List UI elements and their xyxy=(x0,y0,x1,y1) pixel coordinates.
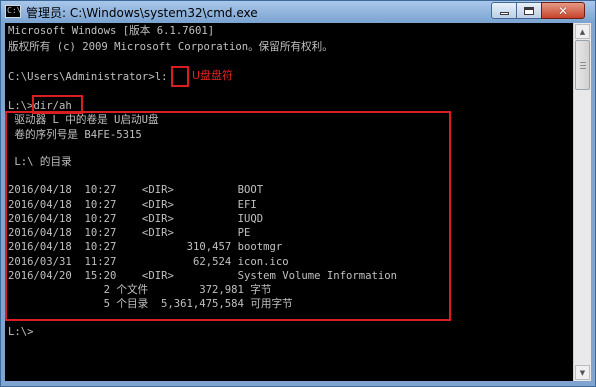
cmd-app-icon-text: C:\ xyxy=(7,6,22,15)
close-icon: ✕ xyxy=(557,3,569,18)
drive-letter-annotation: U盘盘符 xyxy=(192,69,234,82)
scrollbar-thumb[interactable] xyxy=(575,40,590,90)
window-title: 管理员: C:\Windows\system32\cmd.exe xyxy=(26,6,258,20)
minimize-icon xyxy=(499,12,509,15)
minimize-button[interactable] xyxy=(491,2,517,19)
scroll-down-arrow-icon[interactable]: ▼ xyxy=(575,365,590,380)
vertical-scrollbar[interactable]: ▲ ▼ xyxy=(573,23,591,381)
maximize-icon xyxy=(524,6,534,15)
drive-letter-highlight xyxy=(171,66,189,87)
console-line: 版权所有 (c) 2009 Microsoft Corporation。保留所有… xyxy=(8,41,333,53)
maximize-button[interactable] xyxy=(516,2,542,19)
close-button[interactable]: ✕ xyxy=(541,2,585,19)
title-bar[interactable]: C:\ 管理员: C:\Windows\system32\cmd.exe ✕ xyxy=(1,1,595,23)
console-line: Microsoft Windows [版本 6.1.7601] xyxy=(8,25,215,37)
cmd-app-icon[interactable]: C:\ xyxy=(5,5,21,18)
directory-listing-highlight xyxy=(5,111,451,321)
scroll-up-arrow-icon[interactable]: ▲ xyxy=(575,24,590,39)
console-line: L:\> xyxy=(8,326,34,338)
console-line: C:\Users\Administrator>l: xyxy=(8,71,168,83)
